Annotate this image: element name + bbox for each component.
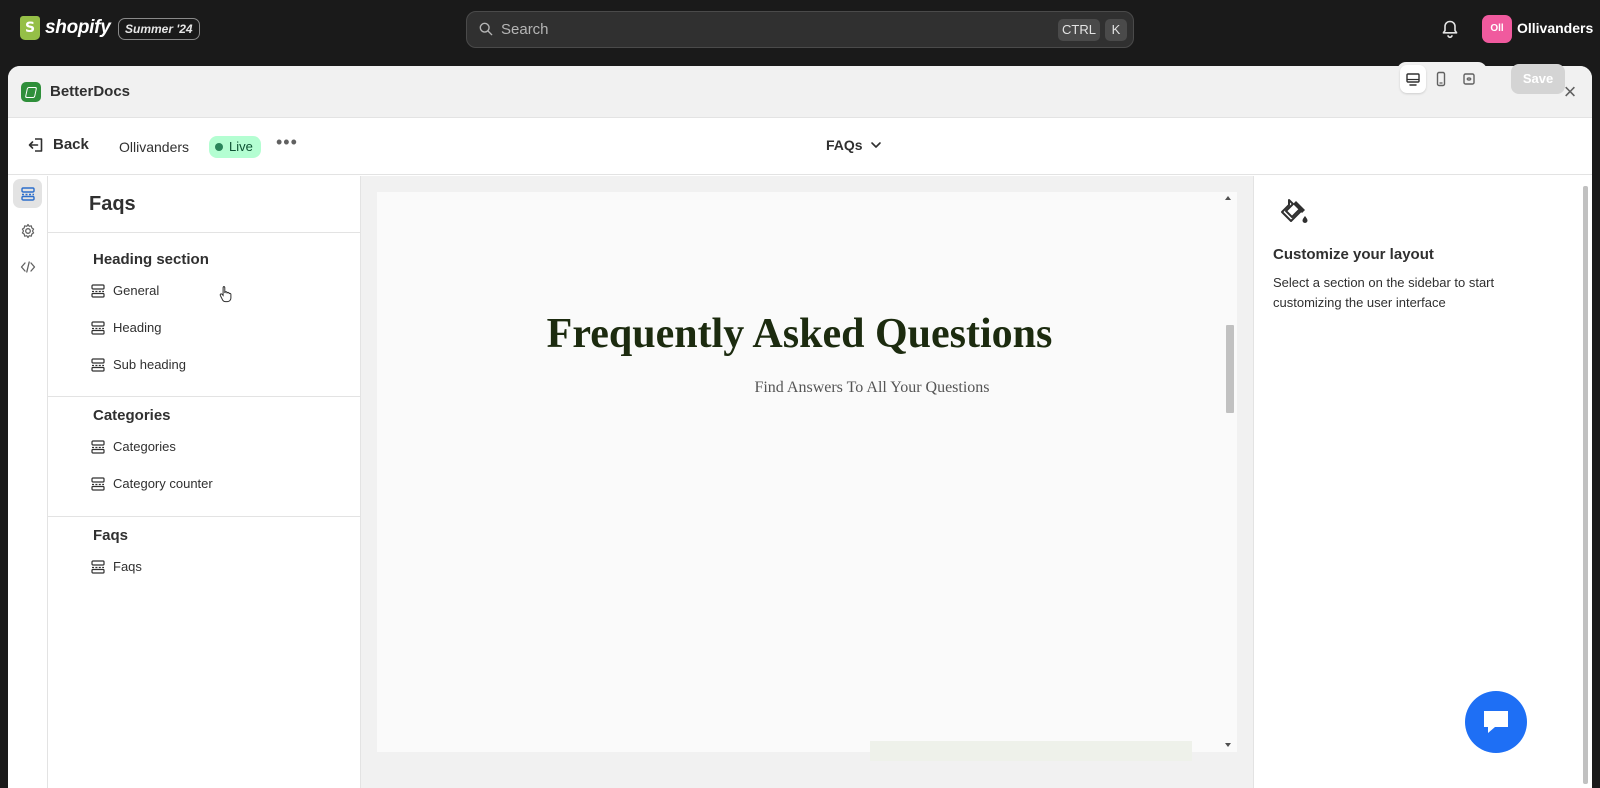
betterdocs-icon bbox=[21, 82, 41, 102]
page-scrollbar[interactable] bbox=[1549, 176, 1592, 788]
sections-title: Faqs bbox=[89, 193, 136, 215]
group-title-categories: Categories bbox=[93, 407, 171, 424]
section-item-icon bbox=[91, 439, 105, 454]
page-selector-label: FAQs bbox=[826, 137, 863, 153]
shortcut-k: K bbox=[1105, 19, 1127, 41]
chat-button[interactable] bbox=[1465, 691, 1527, 753]
section-item-category-counter[interactable]: Category counter bbox=[91, 476, 213, 491]
sections-panel: Faqs Heading section General Heading Sub… bbox=[48, 176, 361, 788]
divider bbox=[48, 516, 361, 517]
app-modal: BetterDocs × Back Ollivanders Live ••• F… bbox=[8, 66, 1592, 788]
save-button[interactable]: Save bbox=[1511, 64, 1565, 94]
code-icon bbox=[20, 260, 35, 273]
device-toggle-group bbox=[1397, 62, 1487, 96]
section-item-general[interactable]: General bbox=[91, 283, 159, 298]
status-badge-label: Live bbox=[229, 139, 253, 154]
mobile-icon bbox=[1436, 71, 1446, 87]
section-item-label: Category counter bbox=[113, 476, 213, 491]
section-item-label: Sub heading bbox=[113, 357, 187, 372]
fullscreen-view-button[interactable] bbox=[1456, 65, 1482, 93]
preview-area: Frequently Asked Questions Find Answers … bbox=[361, 176, 1253, 788]
editor-rail bbox=[8, 176, 48, 788]
shopify-topbar: shopify Summer '24 Search CTRL K Oll Oll… bbox=[0, 0, 1600, 58]
chat-icon bbox=[1484, 711, 1508, 733]
editor-toolbar: Back Ollivanders Live ••• FAQs bbox=[8, 118, 1592, 175]
search-icon bbox=[479, 22, 493, 36]
settings-title: Customize your layout bbox=[1273, 246, 1434, 263]
gear-icon bbox=[21, 223, 34, 238]
faq-heading: Frequently Asked Questions bbox=[546, 311, 1053, 357]
search-input[interactable]: Search CTRL K bbox=[466, 11, 1134, 48]
divider bbox=[48, 232, 361, 233]
group-title-heading-section: Heading section bbox=[93, 251, 209, 268]
desktop-icon bbox=[1406, 73, 1420, 86]
shopify-wordmark: shopify bbox=[45, 17, 111, 38]
section-item-icon bbox=[91, 476, 105, 491]
status-badge: Live bbox=[209, 136, 261, 158]
shopify-bag-icon bbox=[20, 16, 40, 40]
divider bbox=[48, 396, 361, 397]
rail-code-button[interactable] bbox=[13, 252, 42, 281]
more-actions-button[interactable]: ••• bbox=[276, 132, 298, 153]
scroll-up-icon[interactable] bbox=[1225, 196, 1231, 200]
back-label: Back bbox=[53, 136, 89, 153]
bell-icon[interactable] bbox=[1441, 19, 1459, 39]
hand-cursor-icon bbox=[219, 286, 232, 303]
back-button[interactable]: Back bbox=[28, 136, 89, 153]
app-header: BetterDocs × bbox=[8, 66, 1592, 118]
chevron-down-icon bbox=[870, 142, 881, 148]
settings-description: Select a section on the sidebar to start… bbox=[1273, 275, 1495, 310]
shopify-logo[interactable]: shopify bbox=[20, 16, 111, 40]
store-name[interactable]: Ollivanders bbox=[1517, 20, 1593, 36]
back-icon bbox=[28, 137, 43, 152]
store-label: Ollivanders bbox=[119, 139, 190, 155]
preview-scrollbar[interactable] bbox=[1221, 192, 1237, 752]
section-item-icon bbox=[91, 559, 105, 574]
shortcut-ctrl: CTRL bbox=[1058, 19, 1100, 41]
desktop-view-button[interactable] bbox=[1400, 65, 1426, 93]
faq-subheading: Find Answers To All Your Questions bbox=[754, 379, 990, 396]
section-item-label: Heading bbox=[113, 320, 162, 335]
section-item-heading[interactable]: Heading bbox=[91, 320, 161, 335]
app-title: BetterDocs bbox=[50, 83, 131, 100]
mobile-view-button[interactable] bbox=[1428, 65, 1454, 93]
section-item-icon bbox=[91, 320, 105, 335]
section-item-icon bbox=[91, 357, 105, 372]
section-item-faqs[interactable]: Faqs bbox=[91, 559, 142, 574]
section-item-label: Faqs bbox=[113, 559, 142, 574]
scroll-down-icon[interactable] bbox=[1225, 743, 1231, 747]
store-avatar[interactable]: Oll bbox=[1482, 15, 1512, 43]
page-scroll-thumb[interactable] bbox=[1583, 186, 1588, 784]
section-item-label: Categories bbox=[113, 439, 176, 454]
fullscreen-icon bbox=[1463, 73, 1475, 85]
preview-canvas[interactable]: Frequently Asked Questions Find Answers … bbox=[377, 192, 1222, 761]
rail-settings-button[interactable] bbox=[13, 216, 42, 245]
scroll-thumb[interactable] bbox=[1226, 325, 1234, 413]
section-item-sub-heading[interactable]: Sub heading bbox=[91, 357, 186, 372]
group-title-faqs: Faqs bbox=[93, 527, 129, 544]
sections-icon bbox=[20, 186, 35, 201]
section-item-categories[interactable]: Categories bbox=[91, 439, 176, 454]
preview-block bbox=[870, 741, 1192, 761]
settings-panel: Customize your layout Select a section o… bbox=[1253, 176, 1592, 788]
section-item-label: General bbox=[113, 283, 160, 298]
rail-sections-button[interactable] bbox=[13, 179, 42, 208]
page-selector[interactable]: FAQs bbox=[826, 137, 882, 153]
search-placeholder: Search bbox=[501, 21, 549, 38]
live-dot-icon bbox=[215, 143, 223, 151]
edition-badge[interactable]: Summer '24 bbox=[118, 18, 200, 40]
paint-bucket-icon bbox=[1281, 199, 1308, 223]
section-item-icon bbox=[91, 283, 105, 298]
